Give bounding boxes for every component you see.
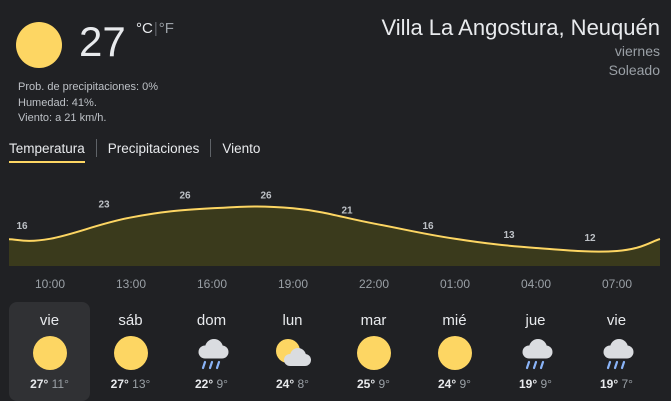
day-name: dom	[196, 312, 227, 329]
day-temperatures: 27° 11°	[9, 377, 90, 391]
time-tick-label: 13:00	[116, 277, 146, 291]
current-temperature: 27	[79, 18, 126, 65]
day-temperatures: 25° 9°	[333, 377, 414, 391]
location-block: Villa La Angostura, Neuquén viernes Sole…	[382, 14, 660, 80]
day-name: lun	[282, 312, 303, 329]
tab-temperature[interactable]: Temperatura	[9, 139, 85, 163]
temperature-value-label: 26	[260, 190, 272, 201]
rain-cloud-icon	[516, 333, 556, 373]
day-high: 19°	[600, 377, 619, 391]
location-name: Villa La Angostura, Neuquén	[381, 15, 660, 40]
day-low: 13°	[132, 377, 151, 391]
day-high: 24°	[438, 377, 457, 391]
temperature-value-label: 26	[179, 190, 191, 201]
day-card[interactable]: lun 24° 8°	[252, 302, 333, 401]
tab-wind[interactable]: Viento	[222, 139, 260, 163]
day-card[interactable]: vie 27° 11°	[9, 302, 90, 401]
time-tick-label: 22:00	[359, 277, 389, 291]
time-tick-label: 16:00	[197, 277, 227, 291]
unit-toggle: °C|°F	[136, 20, 174, 37]
day-card[interactable]: dom 22° 9°	[171, 302, 252, 401]
humidity: Humedad: 41%.	[18, 96, 97, 109]
day-card[interactable]: sáb 27° 13°	[90, 302, 171, 401]
day-temperatures: 19° 7°	[576, 377, 657, 391]
sun-icon	[111, 333, 151, 373]
day-name: mar	[360, 312, 387, 329]
day-high: 27°	[110, 377, 129, 391]
day-high: 25°	[357, 377, 376, 391]
day-name: sáb	[118, 312, 143, 329]
rain-cloud-icon	[192, 333, 232, 373]
sun-icon	[435, 333, 475, 373]
day-high: 19°	[519, 377, 538, 391]
day-low: 11°	[51, 377, 69, 391]
day-low: 9°	[459, 377, 471, 391]
day-card[interactable]: vie 19° 7°	[576, 302, 657, 401]
day-high: 24°	[276, 377, 295, 391]
chart-tabs: Temperatura Precipitaciones Viento	[9, 139, 260, 163]
time-tick-label: 07:00	[602, 277, 632, 291]
temperature-value-label: 16	[16, 221, 28, 232]
daily-forecast: vie 27° 11° sáb 27° 13° dom 22° 9° lun 24° 8° ma…	[9, 302, 657, 401]
current-condition: Soleado	[608, 62, 660, 78]
temperature-value-label: 12	[584, 233, 596, 244]
day-low: 9°	[216, 377, 228, 391]
sun-icon	[30, 333, 70, 373]
temperature-value-label: 23	[98, 199, 110, 210]
day-name: vie	[606, 312, 627, 329]
day-name: jue	[525, 312, 546, 329]
sun-icon	[16, 22, 62, 68]
rain-cloud-icon	[597, 333, 637, 373]
current-day: viernes	[614, 43, 660, 59]
sun-icon	[354, 333, 394, 373]
time-tick-label: 04:00	[521, 277, 551, 291]
day-low: 9°	[540, 377, 552, 391]
tab-divider	[210, 139, 212, 157]
partly-cloudy-icon	[273, 333, 313, 373]
time-tick-label: 19:00	[278, 277, 308, 291]
tab-divider	[95, 139, 97, 157]
precipitation-probability: Prob. de precipitaciones: 0%	[18, 81, 159, 93]
tab-precipitation[interactable]: Precipitaciones	[108, 139, 200, 163]
time-tick-label: 10:00	[35, 277, 65, 291]
unit-fahrenheit[interactable]: °F	[159, 20, 174, 37]
day-temperatures: 27° 13°	[90, 377, 171, 391]
day-temperatures: 22° 9°	[171, 377, 252, 391]
temperature-value-label: 21	[341, 206, 353, 217]
day-low: 9°	[378, 377, 390, 391]
day-temperatures: 19° 9°	[495, 377, 576, 391]
day-high: 22°	[195, 377, 214, 391]
day-temperatures: 24° 8°	[252, 377, 333, 391]
weather-details: Prob. de precipitaciones: 0% Humedad: 41…	[18, 80, 158, 127]
day-temperatures: 24° 9°	[414, 377, 495, 391]
temperature-chart: 16 10:00 23 13:00 26 16:00 26 19:00 21 22:00 16 01:…	[8, 190, 661, 291]
day-name: vie	[39, 312, 60, 329]
day-card[interactable]: jue 19° 9°	[495, 302, 576, 401]
day-low: 7°	[621, 377, 633, 391]
time-tick-label: 01:00	[440, 277, 470, 291]
day-card[interactable]: mié 24° 9°	[414, 302, 495, 401]
temperature-value-label: 16	[422, 221, 434, 232]
day-low: 8°	[297, 377, 309, 391]
unit-celsius[interactable]: °C	[136, 20, 153, 37]
day-high: 27°	[30, 377, 49, 391]
wind-speed: Viento: a 21 km/h.	[18, 112, 107, 124]
day-name: mié	[442, 312, 467, 329]
temperature-value-label: 13	[503, 230, 515, 241]
day-card[interactable]: mar 25° 9°	[333, 302, 414, 401]
unit-separator: |	[153, 20, 158, 37]
